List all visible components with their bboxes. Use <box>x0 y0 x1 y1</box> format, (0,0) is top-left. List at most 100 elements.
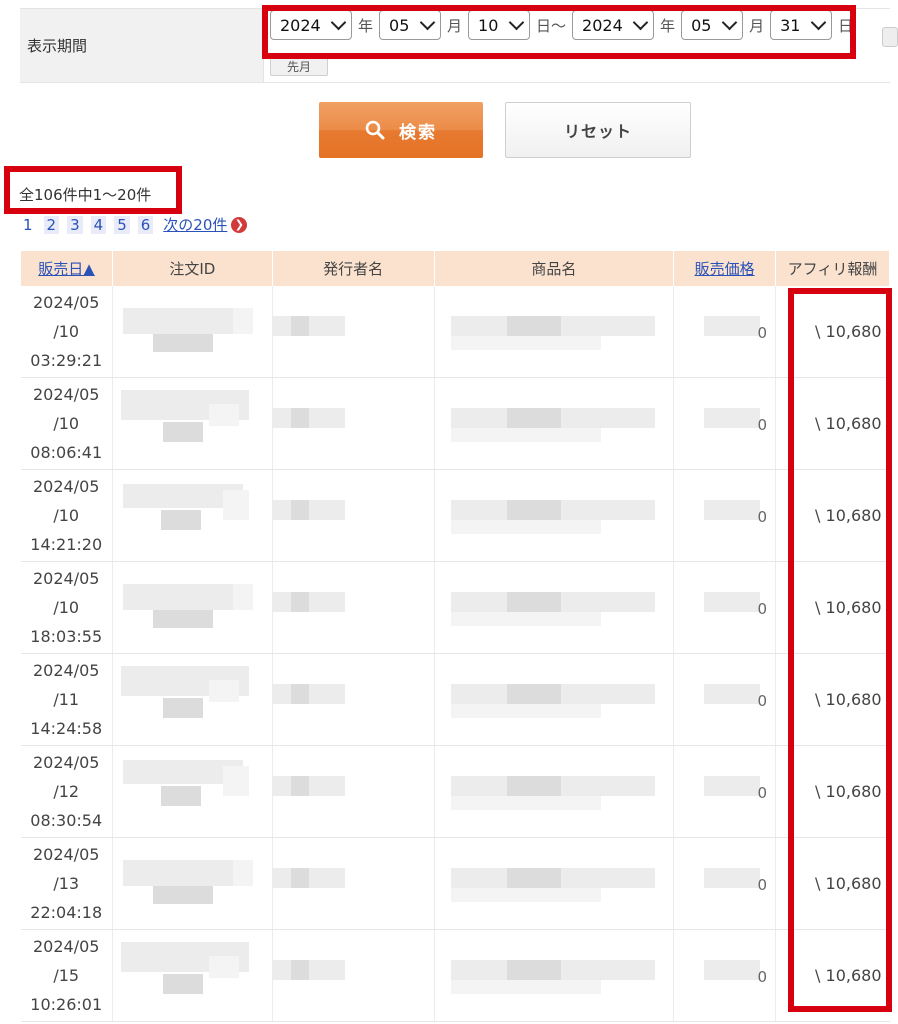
sale-date-cell: 2024/05/15 10:26:01 <box>20 929 113 1022</box>
page-link[interactable]: 5 <box>114 215 130 234</box>
order-id-cell: D <box>112 929 273 1022</box>
price-cell: 0 <box>673 929 777 1022</box>
sale-date: 2024/05 <box>33 385 100 404</box>
range-separator: 日〜 <box>536 16 567 35</box>
clipped-button[interactable] <box>882 27 898 47</box>
sort-sale-date-link[interactable]: 販売日▲ <box>38 260 95 278</box>
pixelated-block <box>160 510 201 530</box>
price-suffix: 0 <box>757 324 768 342</box>
publisher-cell <box>272 377 435 470</box>
header-price[interactable]: 販売価格 <box>673 251 777 286</box>
sale-date: 2024/05 <box>33 753 100 772</box>
pixelated-block <box>290 316 309 336</box>
sale-time: 18:03:55 <box>30 627 103 646</box>
affiliate-fee-cell: \ 10,680 <box>775 653 890 746</box>
sale-time: 08:06:41 <box>30 443 103 462</box>
pixelated-block <box>290 592 309 612</box>
sale-date-cell: 2024/05/13 22:04:18 <box>20 837 113 930</box>
pixelated-block <box>704 960 761 980</box>
price-suffix: 0 <box>757 692 768 710</box>
header-affiliate-fee: アフィリ報酬 <box>775 251 890 286</box>
sales-table: 販売日▲ 注文ID 発行者名 商品名 販売価格 アフィリ報酬 2024/05/1… <box>20 251 890 1022</box>
page-link[interactable]: 3 <box>67 215 83 234</box>
sale-date-cell: 2024/05/10 08:06:41 <box>20 377 113 470</box>
pixelated-block <box>704 592 761 612</box>
price-suffix: 0 <box>757 876 768 894</box>
affiliate-fee-cell: \ 10,680 <box>775 469 890 562</box>
price-cell: 0 <box>673 286 777 378</box>
pixelated-block <box>506 408 561 428</box>
sort-price-link[interactable]: 販売価格 <box>695 260 755 278</box>
affiliate-fee-cell: \ 10,680 <box>775 377 890 470</box>
header-sale-date[interactable]: 販売日▲ <box>20 251 113 286</box>
reset-button[interactable]: リセット <box>505 102 691 158</box>
pixelated-block <box>208 680 239 702</box>
page-link[interactable]: 6 <box>137 215 154 234</box>
publisher-cell <box>272 469 435 562</box>
from-year-select[interactable]: 2024 <box>270 10 352 40</box>
pixelated-block <box>122 860 233 886</box>
sale-time: 22:04:18 <box>30 903 103 922</box>
chevron-down-icon <box>721 14 738 31</box>
pixelated-block <box>506 776 561 796</box>
chevron-right-icon[interactable]: ❯ <box>231 216 248 233</box>
pixelated-block <box>704 500 761 520</box>
header-product: 商品名 <box>433 251 675 286</box>
price-cell: 0 <box>673 469 777 562</box>
sale-day: /10 <box>53 506 80 525</box>
affiliate-fee-cell: \ 10,680 <box>775 561 890 654</box>
header-publisher: 発行者名 <box>271 251 435 286</box>
last-month-button[interactable]: 先月 <box>270 56 329 76</box>
from-day-select[interactable]: 10 <box>468 10 531 40</box>
pixelated-block <box>122 308 233 334</box>
to-year-select[interactable]: 2024 <box>572 10 655 40</box>
table-header-row: 販売日▲ 注文ID 発行者名 商品名 販売価格 アフィリ報酬 <box>20 251 890 286</box>
chevron-down-icon <box>810 14 827 31</box>
year-unit: 年 <box>660 16 676 35</box>
pixelated-block <box>290 408 309 428</box>
pixelated-block <box>506 316 561 336</box>
page-link[interactable]: 1 <box>20 216 36 234</box>
publisher-cell <box>272 286 435 378</box>
sale-day: /10 <box>53 322 80 341</box>
price-cell: 0 <box>673 745 777 838</box>
pixelated-block <box>704 316 761 336</box>
pixelated-block <box>272 960 345 980</box>
affiliate-fee-cell: \ 10,680 <box>775 837 890 930</box>
price-suffix: 0 <box>757 600 768 618</box>
sale-date-cell: 2024/05/10 18:03:55 <box>20 561 113 654</box>
affiliate-fee-cell: \ 10,680 <box>775 745 890 838</box>
period-controls: 2024 年 05 月 10 日〜 2024 年 05 月 31 日 <box>270 10 859 40</box>
sale-time: 08:30:54 <box>30 811 103 830</box>
pixelated-block <box>704 408 761 428</box>
order-id-cell: D <box>112 377 273 470</box>
header-order-id: 注文ID <box>111 251 273 286</box>
publisher-cell <box>272 561 435 654</box>
sale-date: 2024/05 <box>33 293 100 312</box>
order-id-cell: D <box>112 745 273 838</box>
chevron-down-icon <box>508 14 525 31</box>
publisher-cell <box>272 745 435 838</box>
table-row: 2024/05/10 03:29:21 D 0 \ 10,680 <box>20 286 890 378</box>
pixelated-block <box>704 868 761 888</box>
pixelated-block <box>290 776 309 796</box>
to-month-select[interactable]: 05 <box>681 10 744 40</box>
price-suffix: 0 <box>757 968 768 986</box>
pixelated-block <box>122 584 233 610</box>
pixelated-block <box>450 612 601 626</box>
search-button[interactable]: 検索 <box>319 102 483 158</box>
pixelated-block <box>272 592 345 612</box>
pixelated-block <box>162 422 203 442</box>
next-page-link[interactable]: 次の20件 <box>163 214 227 235</box>
product-cell <box>434 929 675 1022</box>
pixelated-block <box>152 886 213 904</box>
page-link[interactable]: 2 <box>43 215 60 234</box>
order-id-cell: D <box>112 286 273 378</box>
pixelated-block <box>506 684 561 704</box>
pixelated-block <box>152 610 213 628</box>
pixelated-block <box>162 698 203 718</box>
to-day-select[interactable]: 31 <box>770 10 833 40</box>
pixelated-block <box>152 334 213 352</box>
from-month-select[interactable]: 05 <box>379 10 442 40</box>
page-link[interactable]: 4 <box>90 215 107 234</box>
